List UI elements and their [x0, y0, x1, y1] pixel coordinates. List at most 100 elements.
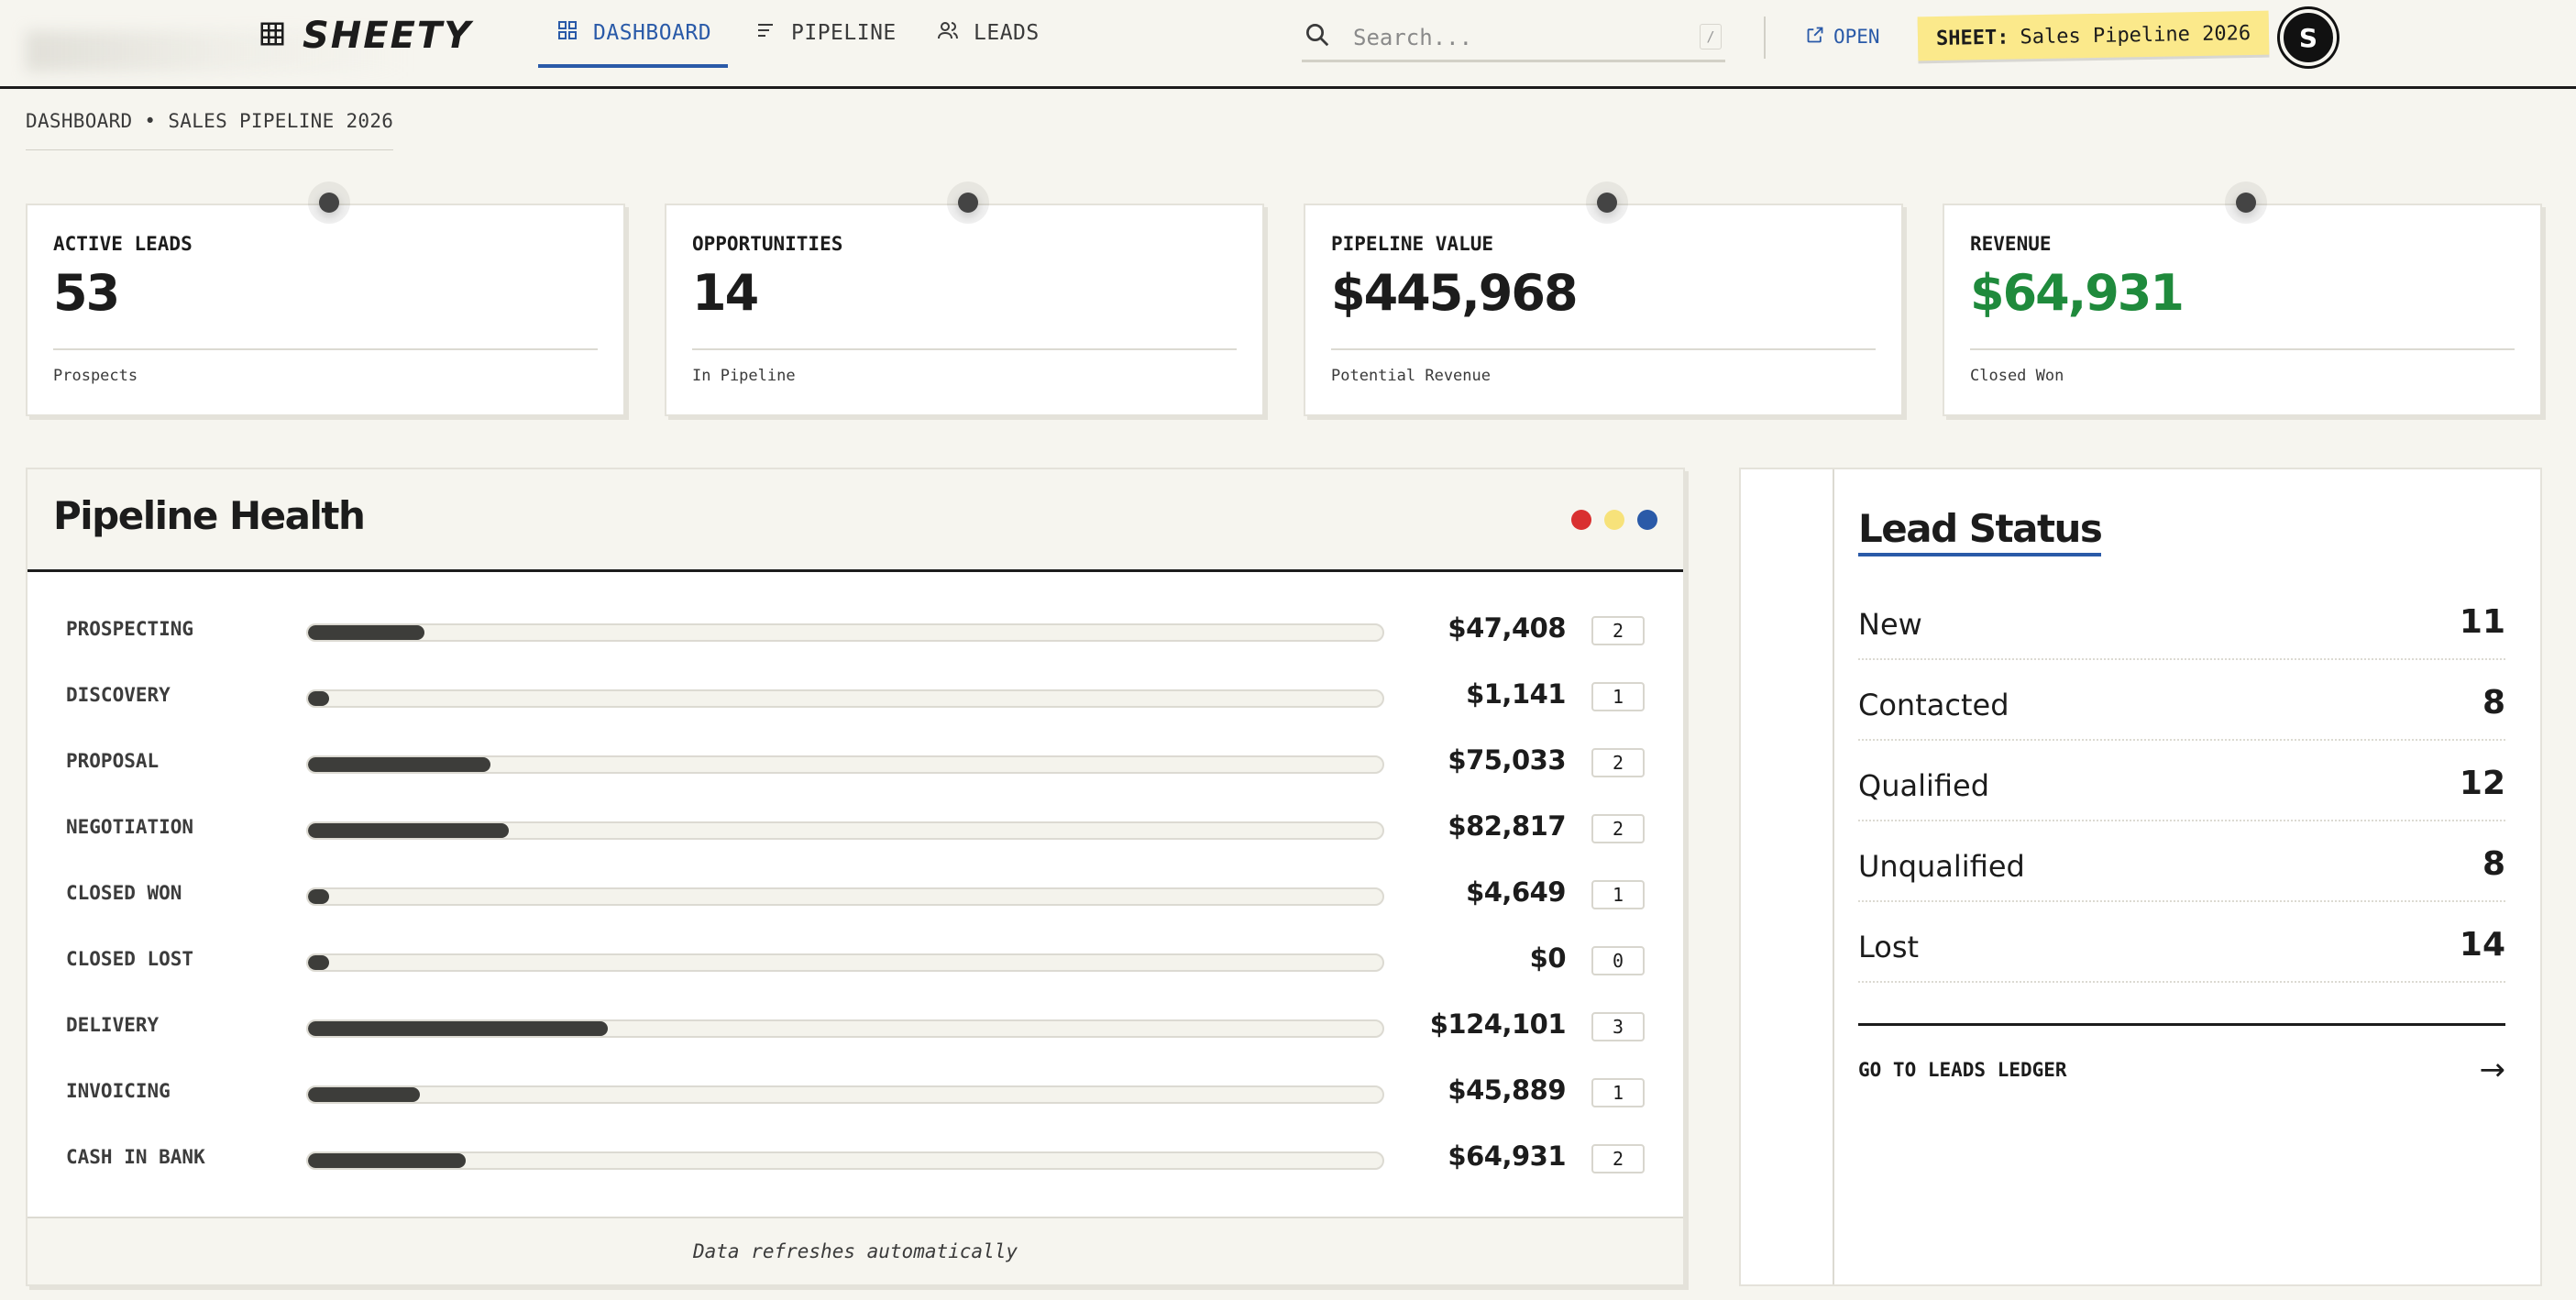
stage-label: PROSPECTING [66, 618, 194, 640]
progress-track [306, 1019, 1384, 1038]
stage-value: $47,408 [1448, 612, 1566, 644]
progress-track [306, 821, 1384, 840]
progress-fill [308, 889, 330, 904]
status-name: New [1858, 607, 1922, 642]
kpi-caption: Closed Won [1970, 367, 2064, 385]
kpi-divider [1970, 348, 2515, 350]
progress-track [306, 887, 1384, 906]
link-label: GO TO LEADS LEDGER [1858, 1058, 2067, 1081]
go-to-leads-ledger-link[interactable]: GO TO LEADS LEDGER → [1858, 1023, 2505, 1088]
kpi-value: 14 [692, 264, 759, 322]
progress-track [306, 953, 1384, 972]
progress-fill [308, 625, 424, 640]
progress-fill [308, 691, 330, 706]
nav-leads[interactable]: LEADS [937, 0, 1040, 66]
progress-track [306, 623, 1384, 642]
stage-count-badge: 1 [1591, 682, 1645, 711]
nav-dashboard-label: DASHBOARD [593, 21, 712, 45]
stage-count-badge: 3 [1591, 1012, 1645, 1041]
progress-fill [308, 823, 510, 838]
divider [1764, 17, 1766, 59]
users-icon [937, 19, 959, 47]
lead-status-panel: Lead Status New 11 Contacted 8 Qualified… [1739, 468, 2542, 1286]
open-link-label: OPEN [1833, 26, 1880, 48]
app-name: SHEETY [303, 15, 473, 57]
progress-fill [308, 1153, 467, 1168]
search-bar: / [1302, 15, 1725, 62]
breadcrumb: DASHBOARD • SALES PIPELINE 2026 [26, 110, 394, 150]
kpi-divider [1331, 348, 1876, 350]
stage-value: $75,033 [1448, 744, 1566, 776]
stage-value: $0 [1529, 942, 1567, 974]
nav-leads-label: LEADS [974, 21, 1040, 45]
search-input[interactable] [1353, 24, 1674, 50]
stage-value: $1,141 [1466, 678, 1566, 710]
progress-fill [308, 1021, 608, 1036]
kpi-value: 53 [53, 264, 120, 322]
kpi-divider [692, 348, 1237, 350]
status-name: Qualified [1858, 768, 1990, 803]
stage-count-badge: 1 [1591, 880, 1645, 909]
kpi-card-revenue: REVENUE $64,931 Closed Won [1943, 193, 2542, 416]
stage-count-badge: 2 [1591, 814, 1645, 843]
progress-fill [308, 757, 491, 772]
sheet-badge-name: Sales Pipeline 2026 [2020, 21, 2251, 49]
progress-track [306, 689, 1384, 708]
nav-dashboard[interactable]: DASHBOARD [556, 0, 711, 66]
open-link[interactable]: OPEN [1806, 20, 1880, 53]
progress-track [306, 755, 1384, 774]
panel-footer: Data refreshes automatically [28, 1217, 1683, 1284]
status-name: Contacted [1858, 688, 2009, 722]
pin-icon [319, 193, 339, 213]
stage-row: PROSPECTING $47,408 2 [28, 612, 1683, 649]
active-tab-indicator [538, 64, 728, 68]
status-count: 8 [2482, 684, 2505, 722]
red-dot [1571, 510, 1591, 530]
kpi-label: OPPORTUNITIES [692, 233, 843, 255]
stage-label: DELIVERY [66, 1014, 160, 1036]
status-name: Unqualified [1858, 849, 2025, 884]
status-row-unqualified: Unqualified 8 [1858, 821, 2505, 902]
stage-count-badge: 0 [1591, 946, 1645, 975]
status-count: 8 [2482, 845, 2505, 883]
stage-value: $82,817 [1448, 810, 1566, 842]
pipeline-health-panel: Pipeline Health PROSPECTING $47,408 2 DISCO… [26, 468, 1685, 1286]
kpi-label: PIPELINE VALUE [1331, 233, 1494, 255]
progress-fill [308, 955, 330, 970]
stage-label: CLOSED WON [66, 882, 182, 904]
stage-value: $124,101 [1429, 1008, 1567, 1040]
sheet-badge[interactable]: SHEET: Sales Pipeline 2026 [1917, 10, 2270, 61]
status-count: 12 [2459, 765, 2505, 802]
panel-title: Pipeline Health [53, 493, 366, 538]
kpi-value: $64,931 [1970, 264, 2185, 322]
stage-label: NEGOTIATION [66, 816, 194, 838]
status-count: 14 [2459, 926, 2505, 964]
panel-header: Pipeline Health [28, 469, 1683, 572]
progress-track [306, 1085, 1384, 1104]
yellow-dot [1604, 510, 1624, 530]
status-count: 11 [2459, 603, 2505, 641]
kpi-caption: Potential Revenue [1331, 367, 1491, 385]
stage-row: DISCOVERY $1,141 1 [28, 678, 1683, 715]
margin-line [1833, 469, 1834, 1284]
stage-row: PROPOSAL $75,033 2 [28, 744, 1683, 781]
kpi-caption: Prospects [53, 367, 138, 385]
stage-row: CASH IN BANK $64,931 2 [28, 1140, 1683, 1177]
stage-count-badge: 2 [1591, 1144, 1645, 1173]
stage-value: $45,889 [1448, 1074, 1566, 1106]
brand[interactable]: SHEETY [259, 15, 472, 57]
pin-icon [2236, 193, 2256, 213]
progress-track [306, 1151, 1384, 1170]
stage-row: NEGOTIATION $82,817 2 [28, 810, 1683, 847]
nav-pipeline[interactable]: PIPELINE [754, 0, 897, 66]
user-avatar[interactable]: S [2280, 9, 2337, 66]
stage-count-badge: 1 [1591, 1078, 1645, 1107]
top-bar: SHEETY DASHBOARD PIPELINE LEADS Search..… [0, 0, 2576, 89]
status-row-qualified: Qualified 12 [1858, 741, 2505, 821]
kpi-card-active-leads: ACTIVE LEADS 53 Prospects [26, 193, 625, 416]
stage-row: CLOSED LOST $0 0 [28, 942, 1683, 979]
grid-icon [259, 20, 286, 52]
pin-icon [958, 193, 978, 213]
kpi-value: $445,968 [1331, 264, 1579, 322]
kpi-label: ACTIVE LEADS [53, 233, 193, 255]
